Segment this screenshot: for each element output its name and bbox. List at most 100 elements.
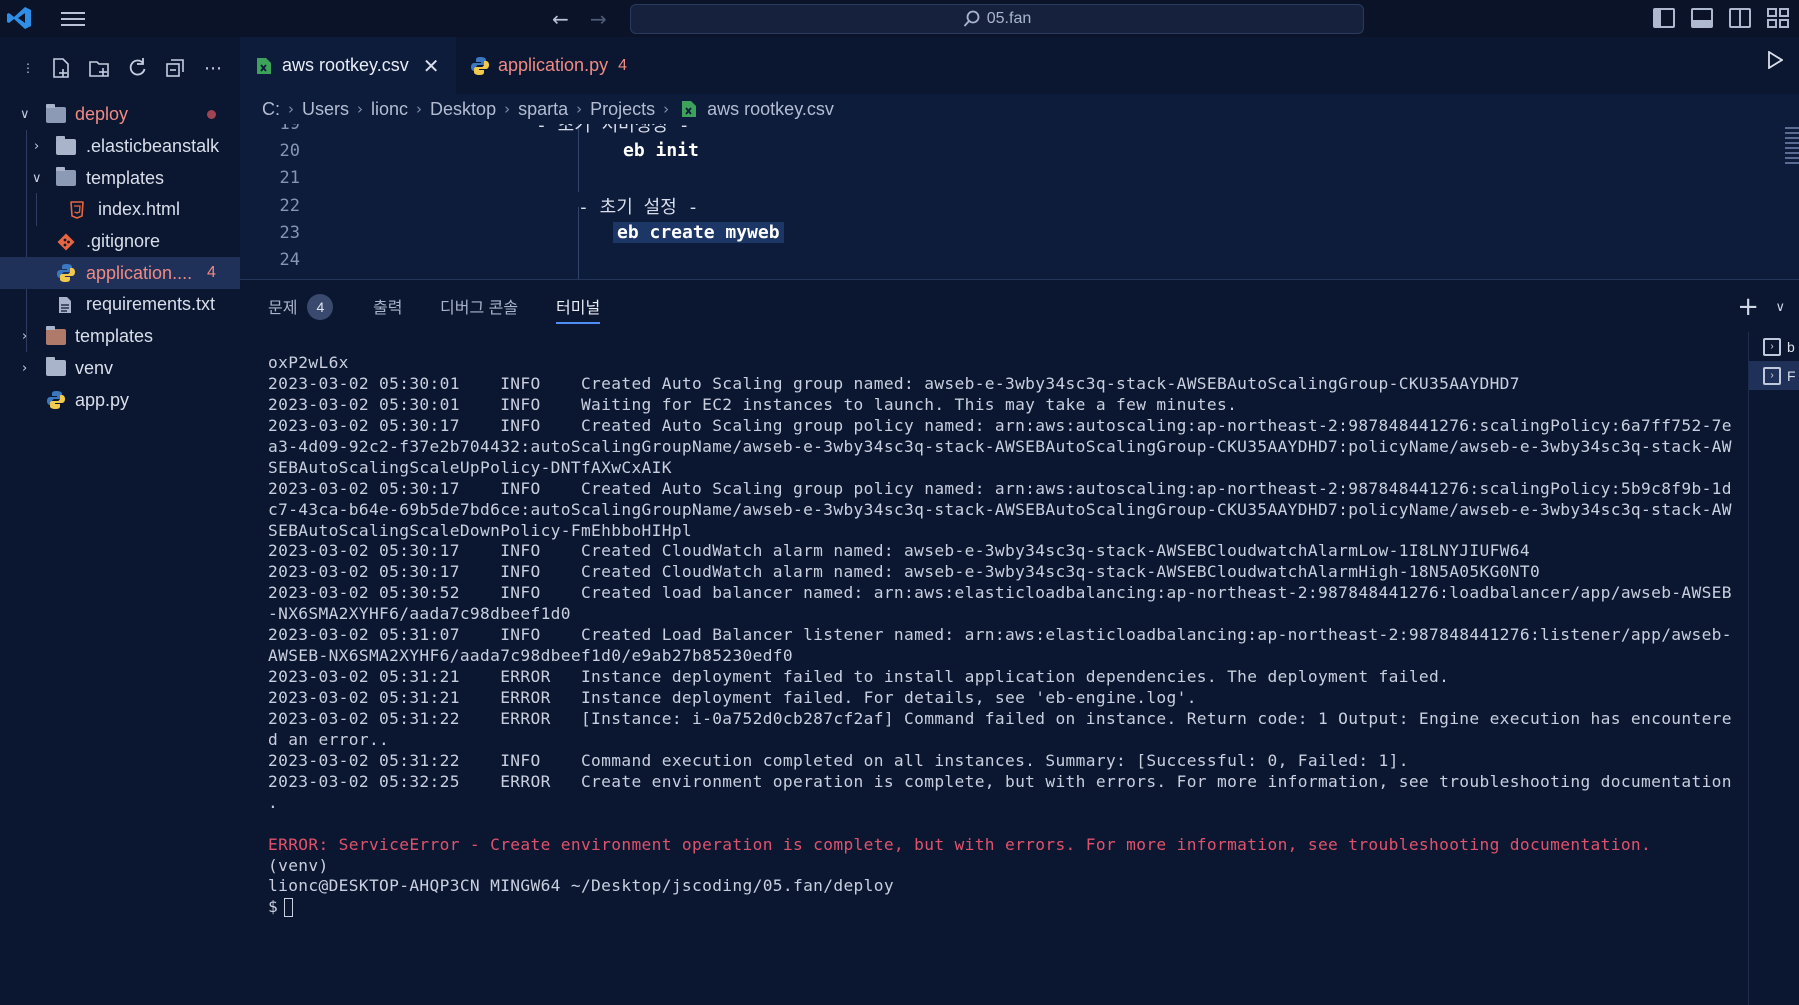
tree-file-application-py[interactable]: application.... 4 [0, 257, 240, 290]
line-number: 24 [279, 249, 300, 270]
search-icon [963, 10, 980, 27]
terminal-text: SEBAutoScalingScaleDownPolicy-FmEhbboHIH… [268, 520, 693, 540]
terminal-line: 2023-03-02 05:30:01 INFO Waiting for EC2… [268, 395, 1768, 416]
close-icon[interactable]: ✕ [423, 54, 440, 78]
terminal-instance[interactable]: › b [1749, 332, 1799, 361]
tree-label: templates [86, 167, 165, 188]
terminal-line: 2023-03-02 05:30:52 INFO Created load ba… [268, 583, 1768, 604]
line-text: - 초기 설정 - [578, 196, 699, 218]
breadcrumb-item[interactable]: sparta [518, 99, 568, 120]
text-file-icon [59, 296, 71, 313]
breadcrumb-item[interactable]: C: [262, 99, 280, 120]
terminal-line: c7-43ca-b64e-69b5de7bd6ce:autoScalingGro… [268, 500, 1768, 521]
toggle-secondary-sidebar-icon[interactable] [1729, 8, 1751, 28]
tree-folder-venv[interactable]: › venv [0, 353, 240, 385]
terminal-text: d an error.. [268, 729, 390, 749]
line-number: 22 [279, 195, 300, 216]
chevron-right-icon: › [34, 139, 40, 155]
terminal-text: 2023-03-02 05:31:07 INFO Created Load Ba… [268, 625, 1732, 645]
back-arrow-icon[interactable]: ← [552, 7, 569, 31]
tree-file-index-html[interactable]: index.html [0, 194, 240, 226]
line-text: - 초기 서버생성 - [536, 124, 690, 136]
terminal-text: ERROR: ServiceError - Create environment… [268, 834, 1652, 854]
bottom-panel: 문제 4 출력 디버그 콘솔 터미널 + ∨ oxP2wL6x 2023-03-02… [240, 279, 1799, 1005]
run-icon[interactable] [1767, 51, 1783, 69]
tree-label: templates [75, 326, 154, 347]
chevron-right-icon: › [416, 100, 423, 118]
python-icon [47, 391, 65, 410]
toggle-primary-sidebar-icon[interactable] [1653, 8, 1675, 28]
tab-output[interactable]: 출력 [373, 294, 402, 324]
command-center-search[interactable]: 05.fan [630, 4, 1364, 34]
terminal-text: $ [268, 897, 279, 917]
new-file-icon[interactable] [50, 57, 72, 79]
breadcrumb-item[interactable]: Desktop [430, 99, 496, 120]
tree-folder-templates[interactable]: ∨ templates [0, 162, 240, 194]
more-actions-icon[interactable]: ⋯ [202, 57, 224, 79]
terminal-text: AWSEB-NX6SMA2XYHF6/aada7c98dbeef1d0/e9ab… [268, 646, 793, 666]
terminal-line: AWSEB-NX6SMA2XYHF6/aada7c98dbeef1d0/e9ab… [268, 646, 1768, 667]
python-icon [57, 264, 75, 283]
terminal-line: 2023-03-02 05:31:22 INFO Command executi… [268, 751, 1768, 772]
collapse-folders-icon[interactable] [164, 57, 186, 79]
folder-open-icon [46, 103, 66, 123]
tab-terminal[interactable]: 터미널 [556, 294, 601, 324]
code-editor[interactable]: 19 - 초기 서버생성 - 20 eb init 21 22 - 초기 설정 … [240, 124, 1799, 279]
new-terminal-icon[interactable]: + [1737, 292, 1759, 322]
tree-folder-elasticbeanstalk[interactable]: › .elasticbeanstalk [0, 131, 240, 163]
terminal-line: oxP2wL6x [268, 353, 1768, 374]
line-number: 20 [279, 140, 300, 161]
tree-folder-templates-root[interactable]: › templates [0, 321, 240, 353]
terminal-prompt-line: $ [268, 897, 1768, 918]
tree-file-requirements-txt[interactable]: requirements.txt [0, 289, 240, 321]
new-folder-icon[interactable] [88, 57, 110, 79]
customize-layout-icon[interactable] [1767, 8, 1789, 28]
refresh-icon[interactable] [126, 57, 148, 79]
collapse-icon[interactable]: ⋮ [22, 57, 34, 79]
breadcrumb-item[interactable]: aws rootkey.csv [707, 99, 834, 120]
tab-debug-console[interactable]: 디버그 콘솔 [440, 294, 518, 324]
chevron-right-icon: › [288, 100, 294, 118]
tree-label: requirements.txt [86, 294, 216, 315]
html5-icon [70, 201, 84, 219]
tree-folder-deploy[interactable]: ∨ deploy [0, 99, 240, 131]
problem-count-badge: 4 [207, 264, 216, 282]
tab-label: 디버그 콘솔 [440, 300, 519, 317]
line-number: 19 [268, 124, 300, 134]
menu-icon[interactable] [60, 8, 86, 30]
terminal-line: 2023-03-02 05:30:01 INFO Created Auto Sc… [268, 374, 1768, 395]
csv-file-icon [257, 57, 271, 74]
breadcrumb-item[interactable]: Users [302, 99, 349, 120]
tab-application-py[interactable]: application.py 4 [456, 37, 636, 94]
terminal-text: 2023-03-02 05:31:21 ERROR Instance deplo… [268, 688, 1197, 707]
chevron-right-icon: › [576, 100, 583, 118]
terminal-text: 2023-03-02 05:30:01 INFO Created Auto Sc… [268, 373, 1520, 393]
tab-problems[interactable]: 문제 4 [268, 293, 334, 324]
vscode-logo-icon[interactable] [6, 6, 32, 30]
terminal-text: 2023-03-02 05:30:17 INFO Created Auto Sc… [268, 478, 1732, 498]
tree-label: .elasticbeanstalk [86, 136, 220, 157]
terminal-list: › b › F [1749, 332, 1799, 390]
tree-label: index.html [98, 199, 181, 220]
tab-label: application.py [498, 55, 609, 75]
tree-file-gitignore[interactable]: .gitignore [0, 226, 240, 258]
chevron-down-icon: ∨ [20, 107, 30, 123]
terminal-output[interactable]: oxP2wL6x 2023-03-02 05:30:01 INFO Created… [268, 353, 1768, 918]
chevron-right-icon: › [504, 100, 511, 118]
breadcrumb-item[interactable]: lionc [371, 99, 408, 120]
toggle-panel-icon[interactable] [1691, 8, 1713, 28]
terminal-line: SEBAutoScalingScaleUpPolicy-DNTfAXwCxAIK [268, 458, 1768, 479]
terminal-text: 2023-03-02 05:30:01 INFO Waiting for EC2… [268, 394, 1238, 414]
tab-aws-rootkey-csv[interactable]: aws rootkey.csv ✕ [240, 37, 456, 94]
terminal-instance[interactable]: › F [1749, 361, 1799, 390]
explorer-toolbar: ⋮ ⋯ [0, 37, 240, 99]
minimap[interactable] [1785, 124, 1799, 184]
breadcrumb-item[interactable]: Projects [590, 99, 655, 120]
forward-arrow-icon[interactable]: → [590, 7, 607, 31]
line-number: 23 [279, 222, 300, 243]
tree-file-app-py[interactable]: app.py [0, 384, 240, 416]
chevron-down-icon[interactable]: ∨ [1775, 300, 1785, 315]
terminal-icon: › [1763, 337, 1781, 356]
layout-controls [1653, 8, 1789, 28]
chevron-down-icon: ∨ [32, 170, 42, 186]
